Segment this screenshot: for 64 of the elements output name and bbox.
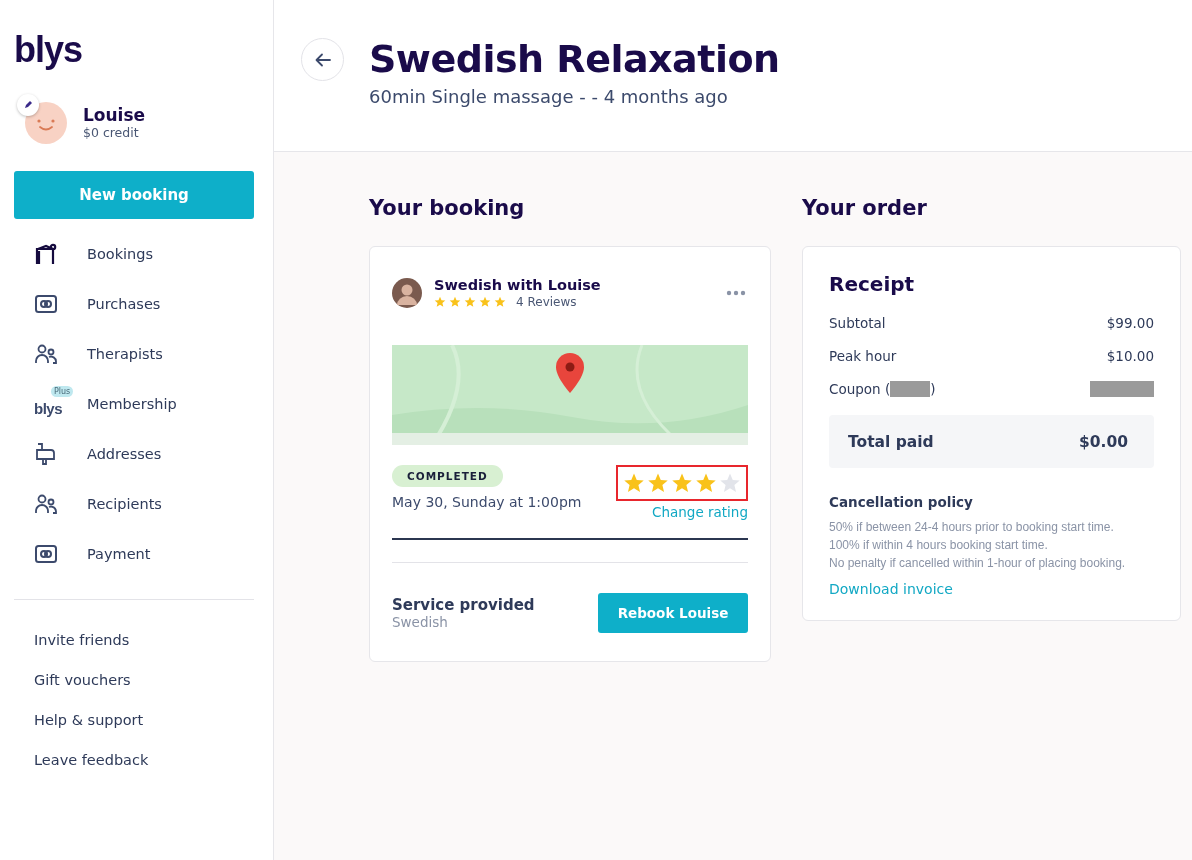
- star-icon: [464, 296, 476, 308]
- star-icon: [479, 296, 491, 308]
- nav-item[interactable]: Therapists: [14, 329, 253, 379]
- nav-item[interactable]: Plus blys Membership: [14, 379, 253, 429]
- star-icon: [647, 472, 669, 494]
- policy-text: 50% if between 24-4 hours prior to booking start time.: [829, 519, 1115, 536]
- people-icon: [34, 492, 58, 516]
- service-name: Swedish: [392, 614, 449, 630]
- star-icon: [449, 296, 461, 308]
- nav-item[interactable]: Addresses: [14, 429, 253, 479]
- booking-date: May 30, Sunday at 1:00pm: [392, 494, 582, 510]
- line-item-amount: $99.00: [1106, 314, 1154, 331]
- redaction-mark: [890, 380, 931, 397]
- page-subtitle: 60min Single massage - - 4 months ago: [369, 86, 729, 107]
- nav-item[interactable]: Payment: [14, 529, 253, 579]
- mailbox-icon: [34, 442, 58, 466]
- redaction-mark: [1090, 380, 1154, 397]
- policy-text: 100% if within 4 hours booking start time.: [829, 537, 1049, 554]
- review-count[interactable]: 4 Reviews: [516, 295, 577, 309]
- card-icon: [34, 542, 58, 566]
- status-badge: COMPLETED: [392, 465, 503, 487]
- dots-icon: [726, 290, 746, 296]
- membership-logo: blys: [34, 401, 62, 417]
- user-name: Louise: [83, 105, 146, 125]
- avatar: [25, 102, 67, 144]
- service-label: Service provided: [392, 596, 535, 614]
- logo[interactable]: blys: [14, 30, 83, 70]
- sidebar-link[interactable]: Leave feedback: [34, 740, 149, 780]
- line-item-label: Coupon (: [829, 380, 891, 397]
- policy-title: Cancellation policy: [829, 494, 974, 510]
- receipt-title: Receipt: [829, 272, 916, 296]
- star-icon: [494, 296, 506, 308]
- star-icon: [434, 296, 446, 308]
- sidebar-link[interactable]: Invite friends: [34, 620, 130, 660]
- sidebar-link[interactable]: Gift vouchers: [34, 660, 131, 700]
- star-icon: [695, 472, 717, 494]
- card-icon: [34, 292, 58, 316]
- sidebar-link[interactable]: Help & support: [34, 700, 144, 740]
- section-heading: Your order: [802, 195, 928, 222]
- policy-text: No penalty if cancelled within 1-hour of placing booking.: [829, 555, 1127, 572]
- line-item-label: Peak hour: [829, 347, 897, 364]
- line-item-label: Subtotal: [829, 314, 886, 331]
- line-item-label: ): [930, 380, 936, 397]
- therapist-avatar: [392, 278, 422, 308]
- empty-star-icon: [719, 472, 741, 494]
- more-button[interactable]: [726, 290, 748, 296]
- therapist-name: Swedish with Louise: [434, 277, 601, 293]
- nav-item[interactable]: Bookings: [14, 229, 253, 279]
- total-label: Total paid: [848, 432, 934, 451]
- edit-button[interactable]: [17, 94, 39, 116]
- star-icon: [671, 472, 693, 494]
- total-amount: $0.00: [1078, 432, 1128, 451]
- gate-icon: [34, 242, 58, 266]
- nav-item[interactable]: Recipients: [14, 479, 253, 529]
- star-icon: [623, 472, 645, 494]
- plus-badge: Plus: [51, 386, 74, 397]
- back-button[interactable]: [301, 38, 344, 81]
- pencil-icon: [23, 100, 33, 110]
- section-heading: Your booking: [369, 195, 526, 222]
- people-icon: [34, 342, 58, 366]
- line-item-amount: $10.00: [1106, 347, 1154, 364]
- nav-item[interactable]: Purchases: [14, 279, 253, 329]
- credit-balance: $0 credit: [83, 125, 140, 141]
- page-title: Swedish Relaxation: [369, 38, 780, 80]
